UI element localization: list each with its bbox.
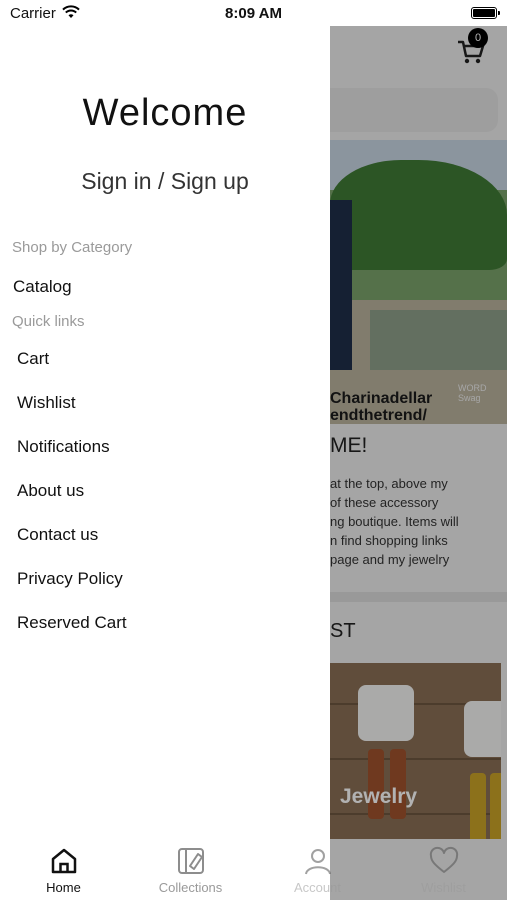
sign-in-link[interactable]: Sign in / Sign up	[0, 168, 330, 195]
menu-item-cart[interactable]: Cart	[17, 349, 49, 369]
side-drawer: Welcome Sign in / Sign up Shop by Catego…	[0, 26, 330, 900]
tab-collections[interactable]: Collections	[127, 836, 254, 900]
tab-wishlist-label: Wishlist	[421, 880, 466, 895]
battery-icon	[471, 7, 500, 19]
collections-icon	[177, 848, 204, 874]
menu-item-wishlist[interactable]: Wishlist	[17, 393, 76, 413]
status-bar: Carrier 8:09 AM	[0, 0, 507, 26]
menu-item-about-us[interactable]: About us	[17, 481, 84, 501]
bottom-tab-bar: Home Collections Account Wishlist	[0, 836, 507, 900]
menu-item-reserved-cart[interactable]: Reserved Cart	[17, 613, 127, 633]
account-icon	[304, 849, 331, 875]
menu-item-catalog[interactable]: Catalog	[13, 277, 72, 297]
tab-account[interactable]: Account	[254, 836, 381, 900]
home-icon	[51, 848, 76, 874]
tab-home[interactable]: Home	[0, 836, 127, 900]
tab-collections-label: Collections	[158, 880, 223, 895]
menu-item-privacy-policy[interactable]: Privacy Policy	[17, 569, 123, 589]
menu-item-contact-us[interactable]: Contact us	[17, 525, 98, 545]
drawer-welcome-title: Welcome	[82, 92, 248, 134]
tab-home-label: Home	[46, 880, 81, 895]
heart-icon	[429, 846, 458, 873]
status-time: 8:09 AM	[225, 5, 282, 22]
tab-account-label: Account	[294, 880, 341, 895]
quick-links-label: Quick links	[12, 313, 85, 330]
tab-wishlist[interactable]: Wishlist	[380, 836, 507, 900]
shop-by-category-label: Shop by Category	[12, 239, 133, 256]
menu-item-notifications[interactable]: Notifications	[17, 437, 110, 457]
